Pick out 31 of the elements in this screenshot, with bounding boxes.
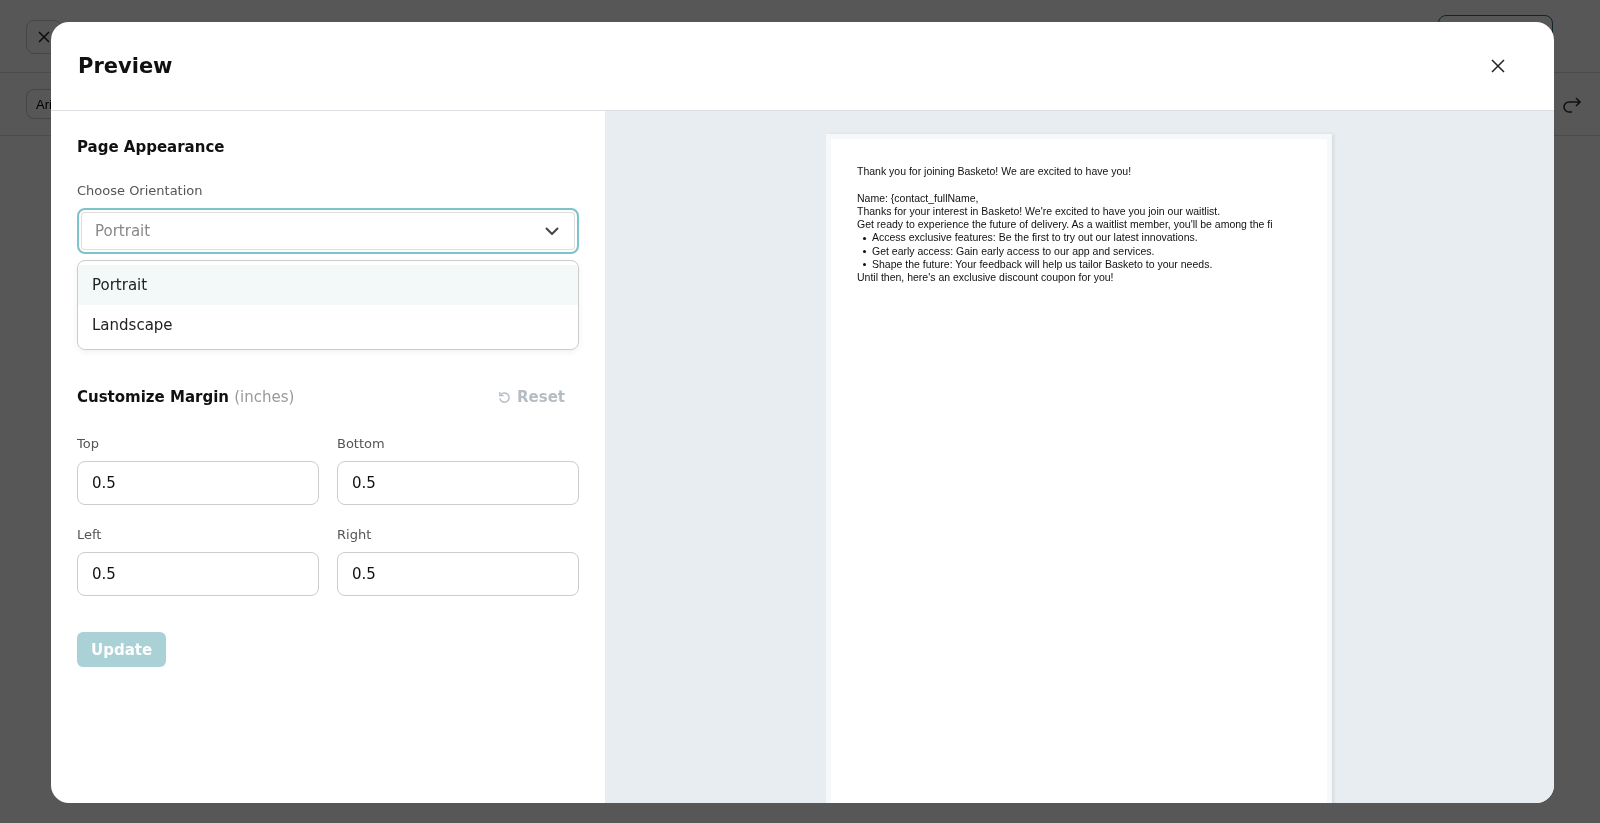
reset-icon xyxy=(498,390,511,404)
field-label: Choose Orientation xyxy=(77,183,204,198)
bullet-icon xyxy=(863,236,866,240)
document-text: Get early access: Gain early access to our app and services. xyxy=(872,244,1155,259)
section-heading: Page Appearance xyxy=(77,138,226,156)
chevron-icon xyxy=(545,227,559,235)
bullet-icon xyxy=(863,249,866,253)
field-label: Bottom xyxy=(337,436,386,451)
document-text: Name: {contact_fullName, xyxy=(857,191,980,205)
field-label: Left xyxy=(77,527,103,542)
dialog-title: Preview xyxy=(78,54,173,78)
margin-input[interactable]: 0.5 xyxy=(77,461,319,505)
field-label: Right xyxy=(337,527,373,542)
dropdown-option[interactable]: Portrait xyxy=(78,265,578,305)
document-text: Thanks for your interest in Basketo! We're excited to have you join our waitlist. xyxy=(857,204,1222,219)
orientation-select[interactable]: Portrait xyxy=(77,208,579,254)
close-icon xyxy=(38,31,50,43)
bullet-icon xyxy=(863,263,866,267)
dropdown-option[interactable]: Landscape xyxy=(78,305,578,345)
margin-input[interactable]: 0.5 xyxy=(77,552,319,596)
section-heading: Customize Margin (inches) xyxy=(77,388,295,406)
document-text: Access exclusive features: Be the first to try out our latest innovations. xyxy=(872,231,1198,245)
field-label: Top xyxy=(77,436,100,451)
redo-icon[interactable] xyxy=(1562,96,1582,114)
margin-input[interactable]: 0.5 xyxy=(337,552,579,596)
margin-input[interactable]: 0.5 xyxy=(337,461,579,505)
document-text: Until then, here's an exclusive discount coupon for you! xyxy=(857,271,1115,285)
document-text: Thank you for joining Basketo! We are excited to have you! xyxy=(857,165,1133,179)
close-icon[interactable] xyxy=(1491,59,1505,73)
document-text: Shape the future: Your feedback will help us tailor Basketo to your needs. xyxy=(872,258,1213,272)
document-text: Get ready to experience the future of delivery. As a waitlist member, you'll be among the fi xyxy=(857,218,1274,232)
